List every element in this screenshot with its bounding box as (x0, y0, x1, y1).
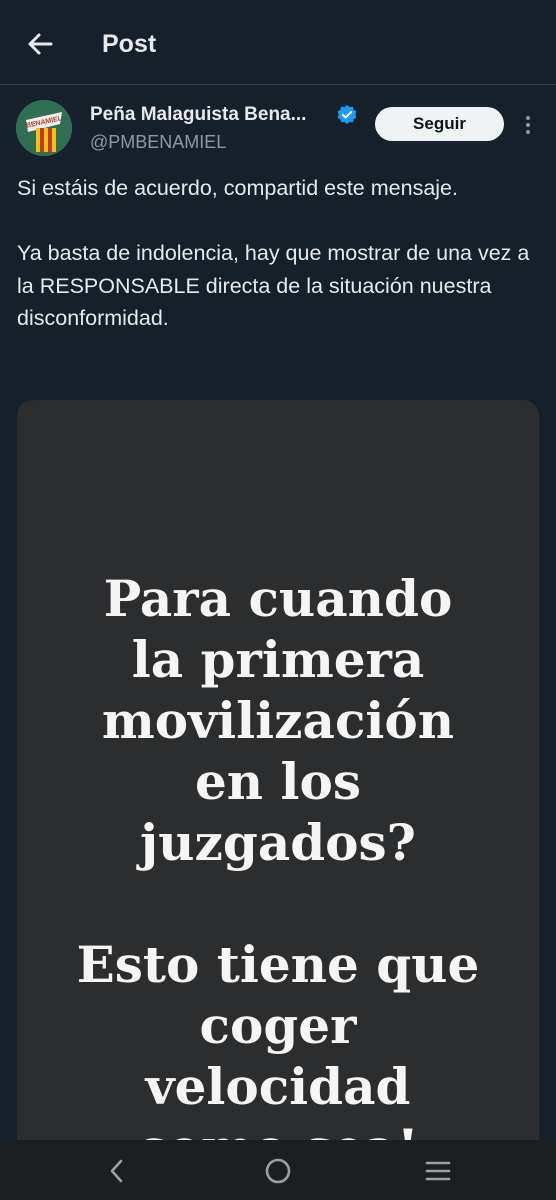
verified-badge-icon (337, 105, 357, 124)
top-bar: Post (0, 0, 556, 85)
system-home-button[interactable] (261, 1154, 295, 1188)
media-text: Para cuando la primera movilización en l… (17, 568, 539, 1160)
author-handle[interactable]: @PMBENAMIEL (90, 132, 226, 153)
media-text-line: movilización (101, 691, 455, 750)
media-text-line: Para cuando (103, 569, 453, 628)
club-crest-logo: BENAMIEL (16, 100, 72, 156)
menu-lines-icon (425, 1161, 451, 1181)
media-text-line: juzgados? (140, 813, 416, 872)
chevron-left-icon (110, 1159, 123, 1183)
system-nav-bar (0, 1140, 556, 1200)
media-text-line: velocidad (145, 1057, 411, 1116)
circle-home-icon (265, 1158, 291, 1184)
tweet-text: Si estáis de acuerdo, compartid este men… (17, 172, 537, 335)
avatar[interactable]: BENAMIEL (16, 100, 72, 156)
tweet-paragraph: Ya basta de indolencia, hay que mostrar … (17, 241, 530, 330)
tweet-media-image[interactable]: Para cuando la primera movilización en l… (17, 400, 539, 1160)
arrow-left-icon (28, 33, 53, 55)
author-name[interactable]: Peña Malaguista Bena... (90, 104, 306, 126)
follow-button[interactable]: Seguir (375, 107, 504, 141)
media-text-line: Esto tiene que (76, 935, 480, 994)
media-text-line: la primera (131, 630, 425, 689)
page-title: Post (102, 30, 157, 58)
system-recents-button[interactable] (421, 1154, 455, 1188)
tweet-paragraph: Si estáis de acuerdo, compartid este men… (17, 176, 458, 200)
author-row: BENAMIEL Peña Malaguista Bena... @PMBENA… (0, 96, 556, 166)
more-options-button[interactable] (518, 110, 538, 140)
post-screen: Post BENAMIEL Peña Malaguista Bena... @P… (0, 0, 556, 1200)
system-back-button[interactable] (100, 1154, 134, 1188)
back-button[interactable] (22, 26, 58, 62)
media-text-line: en los (194, 752, 362, 811)
media-text-line: coger (199, 996, 357, 1055)
more-vertical-icon (526, 116, 530, 134)
